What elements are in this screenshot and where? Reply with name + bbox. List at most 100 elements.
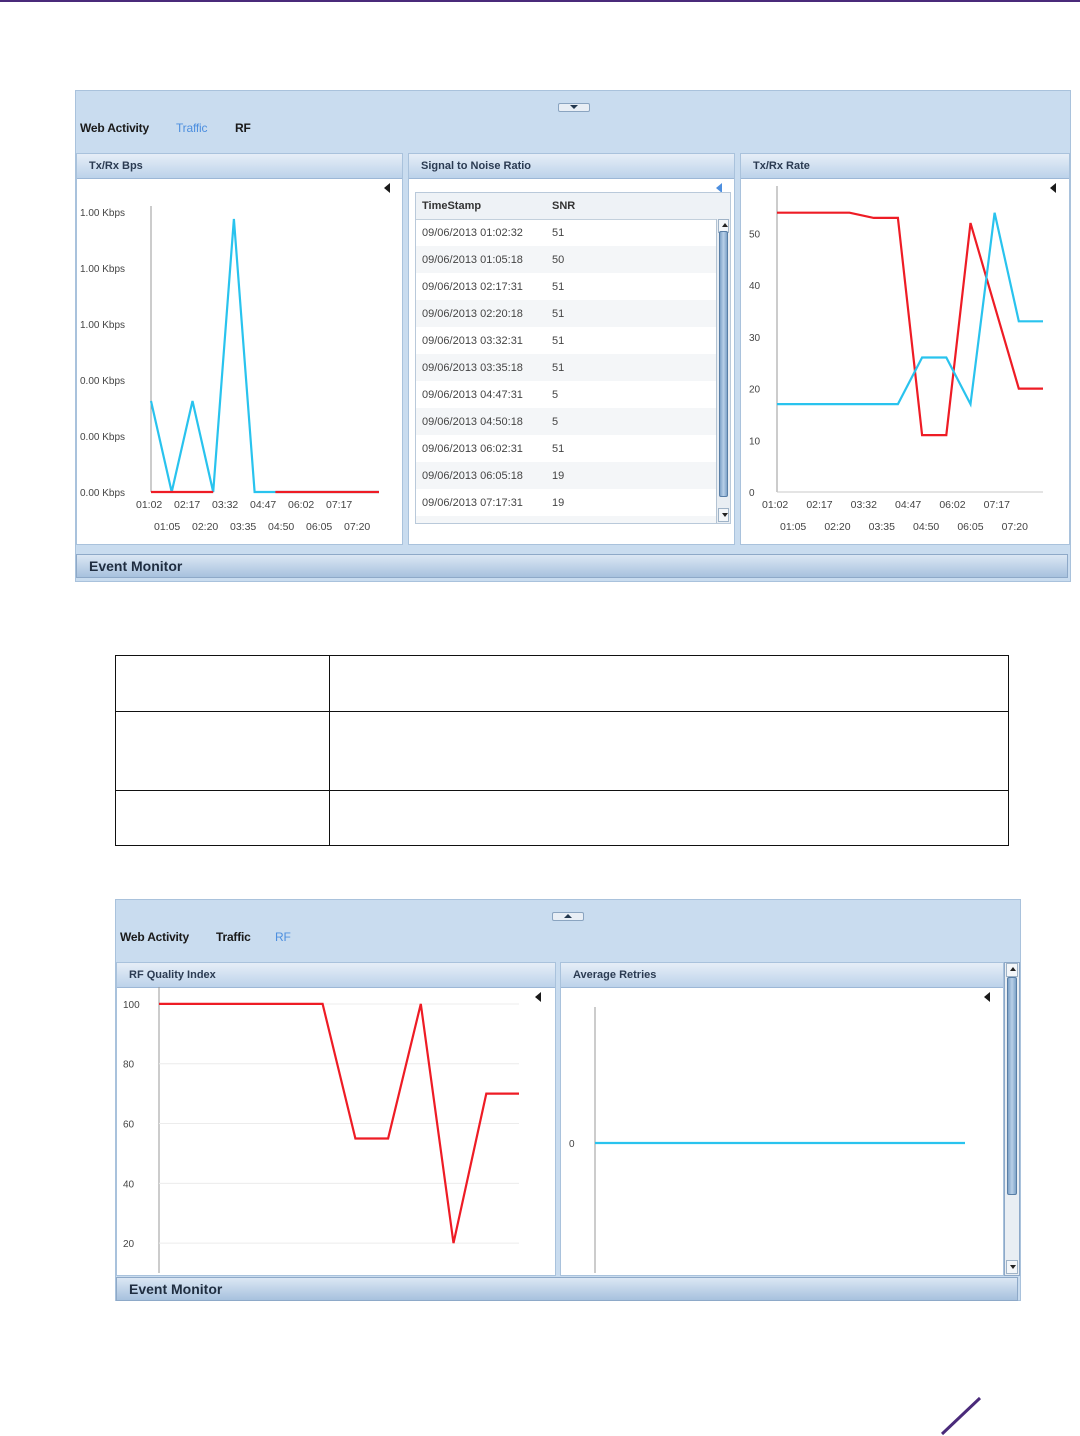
x-tick-label: 01:02 <box>762 499 788 511</box>
snr-table: TimeStamp SNR 09/06/2013 01:02:32 51 09/06… <box>415 192 731 524</box>
cell-snr: 51 <box>552 443 565 455</box>
tab-traffic[interactable]: Traffic <box>216 930 251 944</box>
cell-snr: 5 <box>552 416 559 428</box>
y-tick-label: 80 <box>123 1060 135 1071</box>
table-row[interactable]: 09/06/2013 03:35:18 51 <box>416 354 716 381</box>
tab-traffic[interactable]: Traffic <box>176 121 207 135</box>
average-retries-chart: 0 <box>569 1007 965 1273</box>
scroll-up-icon[interactable] <box>1006 963 1018 977</box>
table-row[interactable]: 09/06/2013 04:50:18 5 <box>416 408 716 435</box>
widget-title-average-retries: Average Retries <box>561 963 1003 988</box>
x-tick-label: 07:17 <box>984 499 1010 511</box>
cell-timestamp: 09/06/2013 03:35:18 <box>422 362 523 374</box>
cell-snr: 5 <box>552 389 559 401</box>
x-tick-label: 03:32 <box>851 499 877 511</box>
x-tick-label: 01:02 <box>136 499 162 511</box>
dashboard-panel-rf: Web Activity Traffic RF RF Quality Index… <box>115 899 1021 1301</box>
event-monitor-bar[interactable]: Event Monitor <box>76 554 1068 578</box>
table-row[interactable]: 09/06/2013 03:32:31 51 <box>416 327 716 354</box>
widget-title-snr: Signal to Noise Ratio <box>409 154 734 179</box>
table-row[interactable]: 09/06/2013 01:05:18 50 <box>416 246 716 273</box>
table-row[interactable]: 09/06/2013 02:17:31 51 <box>416 273 716 300</box>
y-tick-label: 10 <box>749 436 761 447</box>
table-cell <box>115 655 330 712</box>
table-cell <box>329 655 1009 712</box>
series-line-0 <box>149 218 379 494</box>
panel-drag-handle[interactable] <box>558 103 590 112</box>
x-tick-label: 02:17 <box>806 499 832 511</box>
cell-timestamp: 09/06/2013 01:02:32 <box>422 227 523 239</box>
y-tick-label: 0.00 Kbps <box>80 488 125 499</box>
y-tick-label: 40 <box>749 281 761 292</box>
tab-web-activity[interactable]: Web Activity <box>80 121 149 135</box>
table-row[interactable]: 09/06/2013 06:05:18 19 <box>416 462 716 489</box>
y-tick-label: 1.00 Kbps <box>80 320 125 331</box>
widget-average-retries: Average Retries 0 <box>560 962 1004 1276</box>
x-tick-label: 07:20 <box>1002 521 1028 533</box>
cell-timestamp: 09/06/2013 06:05:18 <box>422 470 523 482</box>
cell-timestamp: 09/06/2013 06:02:31 <box>422 443 523 455</box>
table-row <box>115 790 1009 846</box>
table-row[interactable]: 09/06/2013 02:20:18 51 <box>416 300 716 327</box>
cell-timestamp: 09/06/2013 01:05:18 <box>422 254 523 266</box>
widget-snr: Signal to Noise Ratio TimeStamp SNR 09/0… <box>408 153 735 545</box>
cell-snr: 19 <box>552 497 565 509</box>
widget-title-txrx-rate: Tx/Rx Rate <box>741 154 1069 179</box>
table-row[interactable]: 09/06/2013 06:02:31 51 <box>416 435 716 462</box>
txrx-bps-chart: 1.00 Kbps 1.00 Kbps 1.00 Kbps 0.00 Kbps 0.00… <box>80 206 379 533</box>
scrollbar-thumb[interactable] <box>1007 977 1017 1195</box>
y-tick-label: 50 <box>749 229 761 240</box>
tab-web-activity[interactable]: Web Activity <box>120 930 189 944</box>
table-row <box>115 711 1009 791</box>
x-tick-label: 04:47 <box>250 499 276 511</box>
cell-timestamp: 09/06/2013 02:20:18 <box>422 308 523 320</box>
y-tick-label: 0.00 Kbps <box>80 376 125 387</box>
x-tick-label: 04:50 <box>268 521 294 533</box>
snr-scrollbar[interactable] <box>716 219 730 523</box>
table-row[interactable]: 09/06/2013 04:47:31 5 <box>416 381 716 408</box>
cell-snr: 51 <box>552 308 565 320</box>
column-header-snr[interactable]: SNR <box>552 200 575 212</box>
table-cell <box>329 790 1009 846</box>
x-tick-label: 01:05 <box>780 521 806 533</box>
x-tick-label: 04:50 <box>913 521 939 533</box>
x-tick-label: 06:02 <box>288 499 314 511</box>
widget-txrx-bps: Tx/Rx Bps 1.00 Kbps 1.00 Kbps 1.00 Kbps 0.0… <box>76 153 403 545</box>
x-tick-label: 03:35 <box>230 521 256 533</box>
cell-timestamp: 09/06/2013 03:32:31 <box>422 335 523 347</box>
cell-snr: 19 <box>552 470 565 482</box>
y-tick-label: 20 <box>749 385 761 396</box>
cell-timestamp: 09/06/2013 04:50:18 <box>422 416 523 428</box>
scroll-down-icon[interactable] <box>1006 1260 1018 1274</box>
x-tick-label: 01:05 <box>154 521 180 533</box>
event-monitor-bar[interactable]: Event Monitor <box>116 1277 1018 1301</box>
widget-txrx-rate: Tx/Rx Rate 0 10 20 30 40 50 01:02 02:17 03:32 04:… <box>740 153 1070 545</box>
y-tick-label: 1.00 Kbps <box>80 208 125 219</box>
panel-scrollbar[interactable] <box>1004 962 1020 1276</box>
x-tick-label: 06:05 <box>306 521 332 533</box>
table-cell <box>329 711 1009 791</box>
x-tick-label: 02:17 <box>174 499 200 511</box>
scroll-down-icon[interactable] <box>718 508 729 522</box>
x-tick-label: 04:47 <box>895 499 921 511</box>
column-header-timestamp[interactable]: TimeStamp <box>422 200 481 212</box>
tab-rf[interactable]: RF <box>275 930 291 944</box>
panel-drag-handle[interactable] <box>552 912 584 921</box>
tab-rf[interactable]: RF <box>235 121 251 135</box>
table-row[interactable]: 09/06/2013 01:02:32 51 <box>416 219 716 246</box>
x-tick-label: 06:05 <box>957 521 983 533</box>
y-tick-label: 1.00 Kbps <box>80 264 125 275</box>
y-tick-label: 40 <box>123 1179 135 1190</box>
x-tick-label: 07:20 <box>344 521 370 533</box>
table-row[interactable]: 09/06/2013 07:20:1819 <box>416 516 716 523</box>
x-tick-label: 07:17 <box>326 499 352 511</box>
page-top-rule <box>0 0 1080 2</box>
table-row[interactable]: 09/06/2013 07:17:31 19 <box>416 489 716 516</box>
y-tick-label: 0.00 Kbps <box>80 432 125 443</box>
scrollbar-thumb[interactable] <box>719 231 728 497</box>
cell-snr: 51 <box>552 281 565 293</box>
cell-timestamp: 09/06/2013 07:17:31 <box>422 497 523 509</box>
txrx-rate-chart: 0 10 20 30 40 50 01:02 02:17 03:32 04:47 06:02 07:1… <box>749 186 1043 533</box>
cell-snr: 51 <box>552 227 565 239</box>
rf-quality-chart: 20 40 60 80 100 <box>123 987 519 1273</box>
